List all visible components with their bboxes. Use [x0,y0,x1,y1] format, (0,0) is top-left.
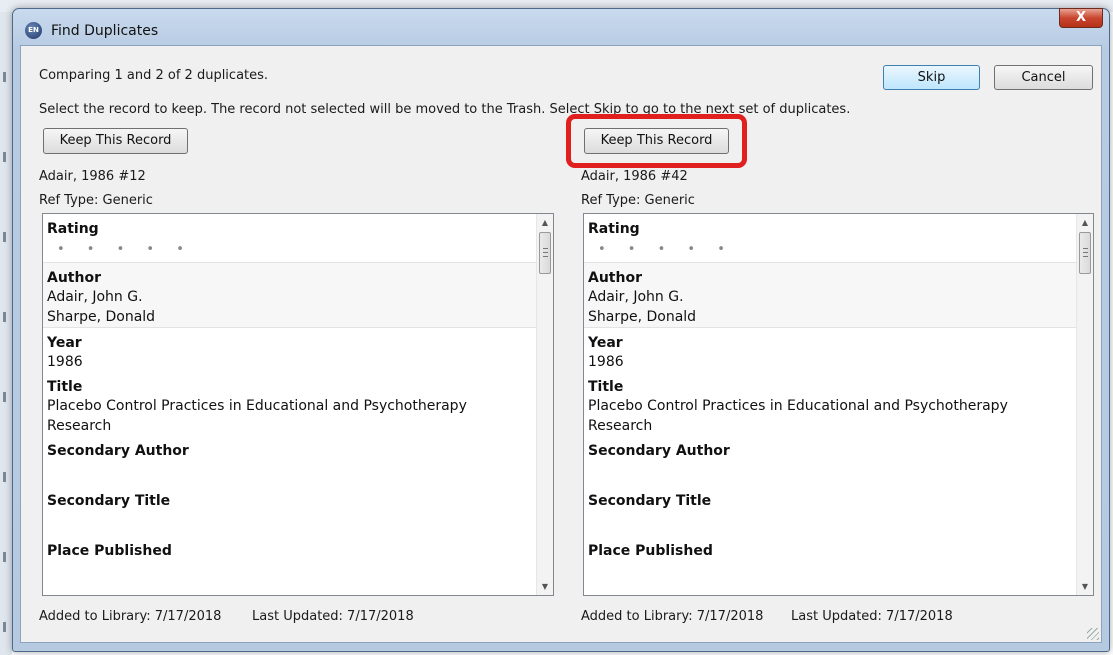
record-right-panel[interactable]: Rating • • • • • Author Adair, John G. S… [583,213,1094,596]
author-value[interactable]: Adair, John G. [43,287,536,307]
author-block: Author Adair, John G. Sharpe, Donald [584,262,1076,328]
author-block: Author Adair, John G. Sharpe, Donald [43,262,536,328]
scroll-up-icon[interactable]: ▲ [537,214,553,231]
author-label: Author [47,270,101,286]
window-title: Find Duplicates [51,23,159,39]
record-left-updated: Last Updated: 7/17/2018 [252,609,414,624]
record-right-updated: Last Updated: 7/17/2018 [791,609,953,624]
year-label: Year [47,335,82,351]
place-published-label: Place Published [588,543,713,559]
title-label: Title [588,379,624,395]
year-label: Year [588,335,623,351]
secondary-author-value[interactable] [43,460,536,486]
rating-label: Rating [588,221,640,237]
close-button[interactable]: X [1059,8,1103,28]
secondary-author-label: Secondary Author [47,443,189,459]
skip-button[interactable]: Skip [883,65,980,90]
find-duplicates-dialog: EN Find Duplicates X Comparing 1 and 2 o… [12,8,1110,652]
scroll-down-icon[interactable]: ▼ [537,578,553,595]
author-value[interactable]: Sharpe, Donald [584,307,1076,327]
comparing-status: Comparing 1 and 2 of 2 duplicates. [39,68,269,83]
record-right-ref-type: Ref Type: Generic [581,193,695,208]
author-label: Author [588,270,642,286]
title-value[interactable]: Placebo Control Practices in Educational… [43,396,536,416]
record-left-label: Adair, 1986 #12 [39,169,146,184]
scroll-thumb[interactable] [1079,232,1091,274]
secondary-author-value[interactable] [584,460,1076,486]
cancel-button[interactable]: Cancel [994,65,1093,90]
secondary-author-label: Secondary Author [588,443,730,459]
title-bar[interactable]: EN Find Duplicates X [13,8,1109,43]
title-value-cont[interactable]: Research [43,416,536,436]
title-value-cont[interactable]: Research [584,416,1076,436]
rating-stars[interactable]: • • • • • [584,238,1076,262]
rating-stars[interactable]: • • • • • [43,238,536,262]
background-app-edge [0,12,12,655]
record-right-label: Adair, 1986 #42 [581,169,688,184]
secondary-title-label: Secondary Title [588,493,712,509]
secondary-title-label: Secondary Title [47,493,171,509]
resize-grip-icon[interactable] [1087,628,1099,640]
record-left-added: Added to Library: 7/17/2018 [39,609,222,624]
title-value[interactable]: Placebo Control Practices in Educational… [584,396,1076,416]
author-value[interactable]: Sharpe, Donald [43,307,536,327]
record-right-added: Added to Library: 7/17/2018 [581,609,764,624]
secondary-title-value[interactable] [43,510,536,536]
scroll-thumb[interactable] [539,232,551,274]
scrollbar[interactable]: ▲ ▼ [1076,214,1093,595]
scroll-down-icon[interactable]: ▼ [1077,578,1093,595]
record-left-panel[interactable]: Rating • • • • • Author Adair, John G. S… [42,213,554,596]
keep-record-left-button[interactable]: Keep This Record [43,128,188,154]
year-value[interactable]: 1986 [584,352,1076,372]
highlight-annotation [566,114,747,168]
dialog-body: Comparing 1 and 2 of 2 duplicates. Skip … [20,45,1102,643]
author-value[interactable]: Adair, John G. [584,287,1076,307]
scrollbar[interactable]: ▲ ▼ [536,214,553,595]
record-left-ref-type: Ref Type: Generic [39,193,153,208]
scroll-up-icon[interactable]: ▲ [1077,214,1093,231]
rating-label: Rating [47,221,99,237]
place-published-label: Place Published [47,543,172,559]
title-label: Title [47,379,83,395]
endnote-icon: EN [25,22,42,39]
secondary-title-value[interactable] [584,510,1076,536]
year-value[interactable]: 1986 [43,352,536,372]
